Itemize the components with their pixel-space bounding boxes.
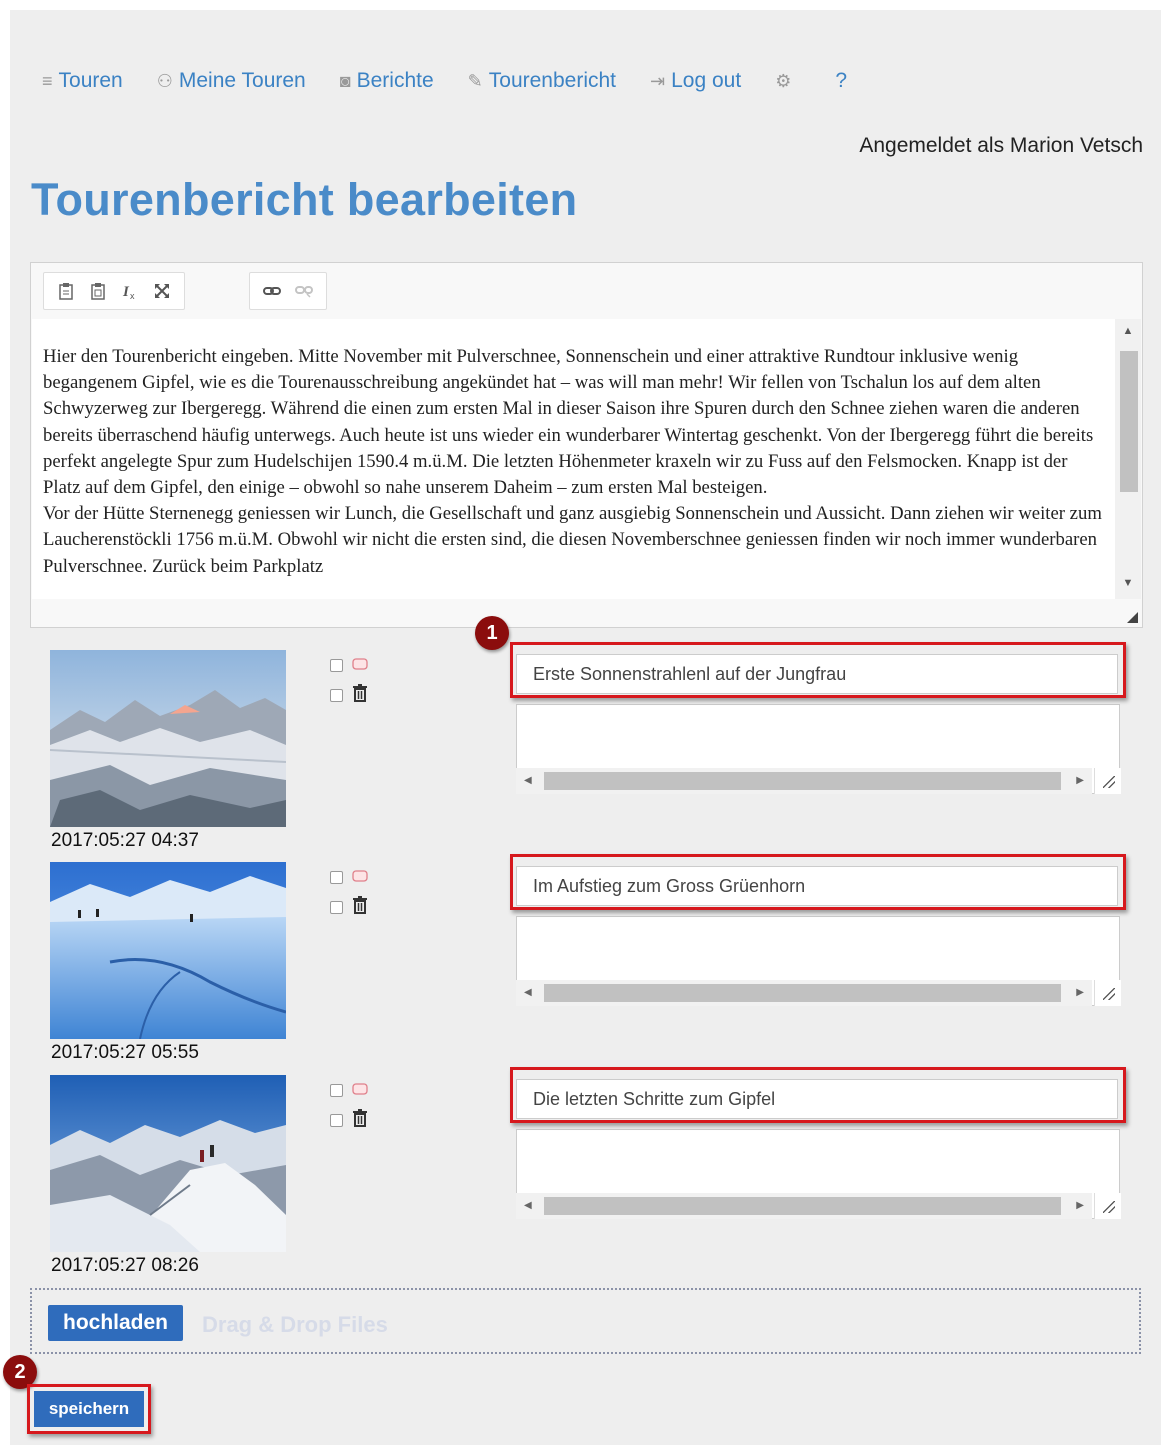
scroll-left-arrow-icon[interactable]: ◀ <box>524 1200 532 1211</box>
scrollbar-thumb[interactable] <box>544 1197 1061 1215</box>
nav-touren[interactable]: ≡ Touren <box>42 69 123 93</box>
scroll-right-arrow-icon[interactable]: ▶ <box>1076 1200 1084 1211</box>
drag-drop-label: Drag & Drop Files <box>202 1312 388 1337</box>
main-nav: ≡ Touren ⚇ Meine Touren ◙ Berichte ✎ Tou… <box>42 66 885 96</box>
editor-scrollbar-thumb[interactable] <box>1120 351 1138 492</box>
editor-toolbar-clipboard: Ix <box>43 272 185 310</box>
save-button[interactable]: speichern <box>34 1391 144 1427</box>
nav-berichte[interactable]: ◙ Berichte <box>340 69 434 93</box>
delete-checkbox[interactable] <box>330 1113 343 1127</box>
nav-tourenbericht[interactable]: ✎ Tourenbericht <box>468 69 616 93</box>
nav-meine-touren-label: Meine Touren <box>178 69 306 92</box>
description-horizontal-scrollbar[interactable]: ◀ ▶ <box>516 980 1092 1006</box>
nav-logout-label: Log out <box>671 69 742 92</box>
editor-paragraph: Hier den Tourenbericht eingeben. Mitte N… <box>43 346 1094 499</box>
textarea-resize-grip-icon[interactable] <box>1094 1193 1121 1219</box>
paste-icon[interactable] <box>54 279 78 303</box>
logged-in-status: Angemeldet als Marion Vetsch <box>859 134 1143 157</box>
page-title: Tourenbericht bearbeiten <box>31 174 578 225</box>
photo-delete-control <box>330 684 390 706</box>
trash-icon <box>352 896 368 918</box>
list-icon: ≡ <box>42 70 53 91</box>
favorite-checkbox[interactable] <box>330 1083 343 1097</box>
scroll-up-arrow-icon[interactable]: ▲ <box>1115 325 1141 345</box>
scrollbar-thumb[interactable] <box>544 772 1061 790</box>
nav-logout[interactable]: ⇥ Log out <box>650 69 741 93</box>
nav-berichte-label: Berichte <box>356 69 434 92</box>
delete-checkbox[interactable] <box>330 900 343 914</box>
photo-item: 2017:05:27 08:26 ◀ ▶ <box>0 1067 1161 1287</box>
star-icon <box>352 657 368 673</box>
photo-thumbnail[interactable] <box>50 1075 286 1252</box>
nav-settings[interactable]: ⚙ <box>775 71 797 92</box>
nav-touren-label: Touren <box>58 69 123 92</box>
scrollbar-thumb[interactable] <box>544 984 1061 1002</box>
description-horizontal-scrollbar[interactable]: ◀ ▶ <box>516 768 1092 794</box>
textarea-resize-grip-icon[interactable] <box>1094 768 1121 794</box>
photo-favorite-control <box>330 866 390 888</box>
star-icon <box>352 869 368 885</box>
trash-icon <box>352 684 368 706</box>
nav-tourenbericht-label: Tourenbericht <box>488 69 617 92</box>
photo-timestamp: 2017:05:27 04:37 <box>51 830 199 851</box>
photo-item: 2017:05:27 05:55 ◀ ▶ <box>0 854 1161 1074</box>
file-dropzone[interactable]: hochladen Drag & Drop Files <box>30 1288 1141 1354</box>
scroll-right-arrow-icon[interactable]: ▶ <box>1076 987 1084 998</box>
step-marker-1: 1 <box>475 616 509 650</box>
nav-meine-touren[interactable]: ⚇ Meine Touren <box>157 69 306 93</box>
scroll-right-arrow-icon[interactable]: ▶ <box>1076 775 1084 786</box>
photo-caption-input[interactable] <box>516 866 1118 906</box>
textarea-resize-grip-icon[interactable] <box>1094 980 1121 1006</box>
maximize-icon[interactable] <box>150 279 174 303</box>
photo-delete-control <box>330 1109 390 1131</box>
hikers-icon: ⚇ <box>156 70 173 91</box>
photo-timestamp: 2017:05:27 05:55 <box>51 1042 199 1063</box>
scroll-down-arrow-icon[interactable]: ▼ <box>1115 577 1141 597</box>
scroll-left-arrow-icon[interactable]: ◀ <box>524 775 532 786</box>
upload-button[interactable]: hochladen <box>48 1305 184 1341</box>
paste-word-icon[interactable] <box>86 279 110 303</box>
scroll-left-arrow-icon[interactable]: ◀ <box>524 987 532 998</box>
svg-text:I: I <box>122 284 130 300</box>
svg-text:x: x <box>130 291 135 300</box>
unlink-icon[interactable] <box>292 279 316 303</box>
nav-help[interactable]: ? <box>835 69 847 93</box>
editor-resize-grip-icon[interactable] <box>1127 612 1138 623</box>
photo-caption-input[interactable] <box>516 654 1118 694</box>
editor-scrollbar[interactable]: ▲ ▼ <box>1115 319 1141 599</box>
camera-icon: ◙ <box>339 70 351 91</box>
star-icon <box>352 1082 368 1098</box>
pencil-icon: ✎ <box>467 70 483 91</box>
description-horizontal-scrollbar[interactable]: ◀ ▶ <box>516 1193 1092 1219</box>
photo-thumbnail[interactable] <box>50 862 286 1039</box>
photo-caption-input[interactable] <box>516 1079 1118 1119</box>
logout-icon: ⇥ <box>650 70 666 91</box>
help-label: ? <box>835 69 848 92</box>
photo-item: 2017:05:27 04:37 ◀ ▶ <box>0 642 1161 862</box>
editor-toolbar-links <box>249 272 327 310</box>
photo-timestamp: 2017:05:27 08:26 <box>51 1255 199 1276</box>
photo-favorite-control <box>330 1079 390 1101</box>
editor-content[interactable]: Hier den Tourenbericht eingeben. Mitte N… <box>32 319 1115 599</box>
photo-favorite-control <box>330 654 390 676</box>
editor-paragraph: Vor der Hütte Sternenegg geniessen wir L… <box>43 503 1102 577</box>
link-icon[interactable] <box>260 279 284 303</box>
delete-checkbox[interactable] <box>330 688 343 702</box>
trash-icon <box>352 1109 368 1131</box>
gear-icon: ⚙ <box>775 70 792 91</box>
photo-thumbnail[interactable] <box>50 650 286 827</box>
save-highlight-box: speichern <box>27 1384 151 1434</box>
photo-delete-control <box>330 896 390 918</box>
favorite-checkbox[interactable] <box>330 658 343 672</box>
remove-format-icon[interactable]: Ix <box>118 279 142 303</box>
favorite-checkbox[interactable] <box>330 870 343 884</box>
report-editor: Ix Hier den Tourenbericht eingeben. Mitt… <box>30 262 1143 628</box>
